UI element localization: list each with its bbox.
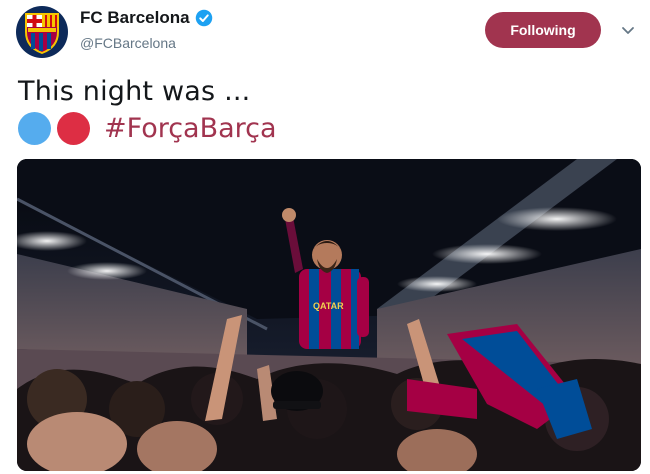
hashtag-link[interactable]: #ForçaBarça (104, 113, 277, 144)
blue-circle-icon (18, 111, 51, 145)
tweet-photo[interactable]: QATAR (17, 159, 641, 471)
account-handle[interactable]: @FCBarcelona (80, 35, 176, 51)
display-name[interactable]: FC Barcelona (80, 8, 213, 28)
verified-badge-icon (195, 9, 212, 27)
avatar[interactable] (16, 6, 68, 58)
chevron-down-icon[interactable] (620, 22, 636, 38)
fc-barcelona-crest-icon (25, 13, 59, 54)
tweet-text-line2: #ForçaBarça (18, 110, 277, 146)
jersey-text: QATAR (313, 301, 344, 311)
following-button[interactable]: Following (485, 12, 601, 48)
display-name-text: FC Barcelona (80, 8, 190, 27)
red-circle-icon (57, 111, 90, 145)
tweet-text: This night was ... (18, 76, 251, 107)
stadium-celebration-photo: QATAR (17, 159, 641, 471)
